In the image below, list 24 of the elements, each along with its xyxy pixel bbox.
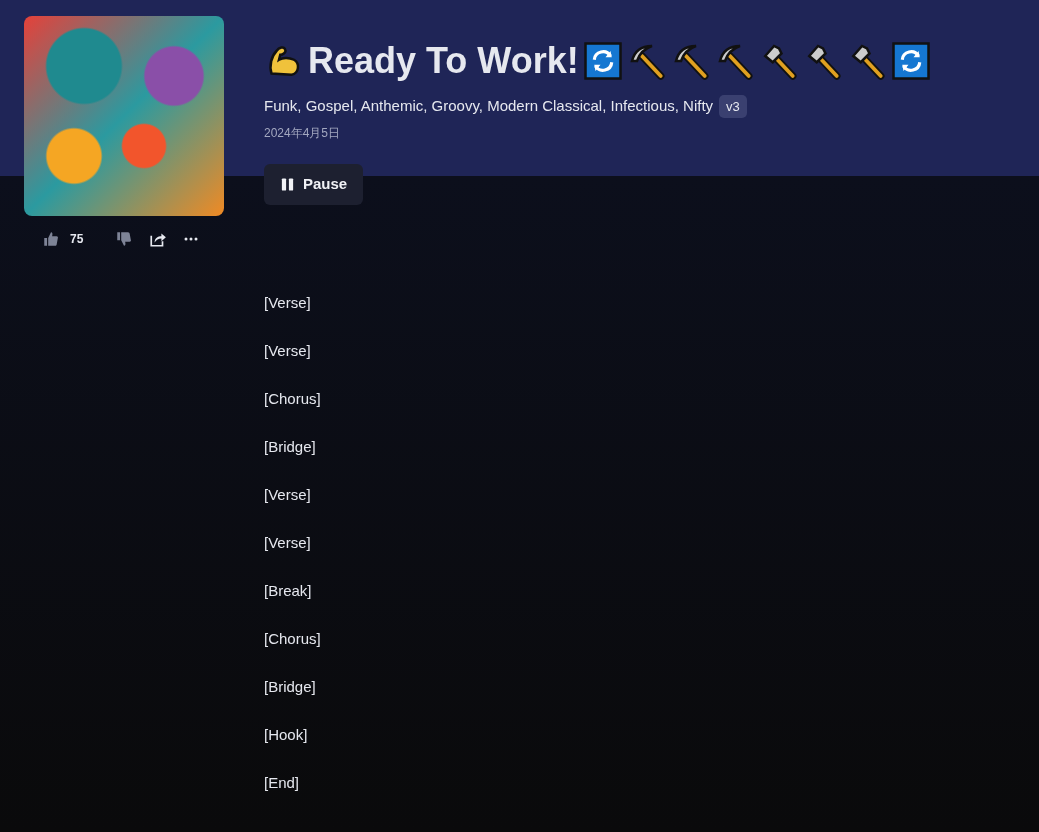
lyrics-line: [Verse] [264,532,312,553]
pause-button[interactable]: Pause [264,164,364,205]
share-icon [149,230,168,248]
refresh-arrows-icon [890,41,931,82]
lyrics-line: [Verse] [264,340,312,361]
pause-icon [280,177,295,193]
lyrics-line: [End] [264,772,301,793]
version-badge: v3 [719,94,747,119]
song-title: Ready To Work! [308,39,579,83]
lyrics-line: [Verse] [264,292,312,313]
genre-tags: Funk, Gospel, Anthemic, Groovy, Modern Classical, Infectious, Nifty [264,95,714,118]
release-date: 2024年4月5日 [264,125,341,143]
lyrics-line: [Chorus] [264,388,321,409]
lyrics-line: [Verse] [264,484,312,505]
like-button[interactable]: 75 [38,226,88,252]
lyrics-line: [Bridge] [264,676,317,697]
lyrics-line: [Break] [264,580,313,601]
thumbs-up-icon [42,230,60,248]
lyrics-line: [Chorus] [264,628,321,649]
refresh-arrows-icon [582,41,623,82]
thumbs-down-icon [115,230,134,248]
lyrics-line: [Hook] [264,724,309,745]
lyrics-line: [Bridge] [264,436,317,457]
like-count: 75 [70,231,84,248]
